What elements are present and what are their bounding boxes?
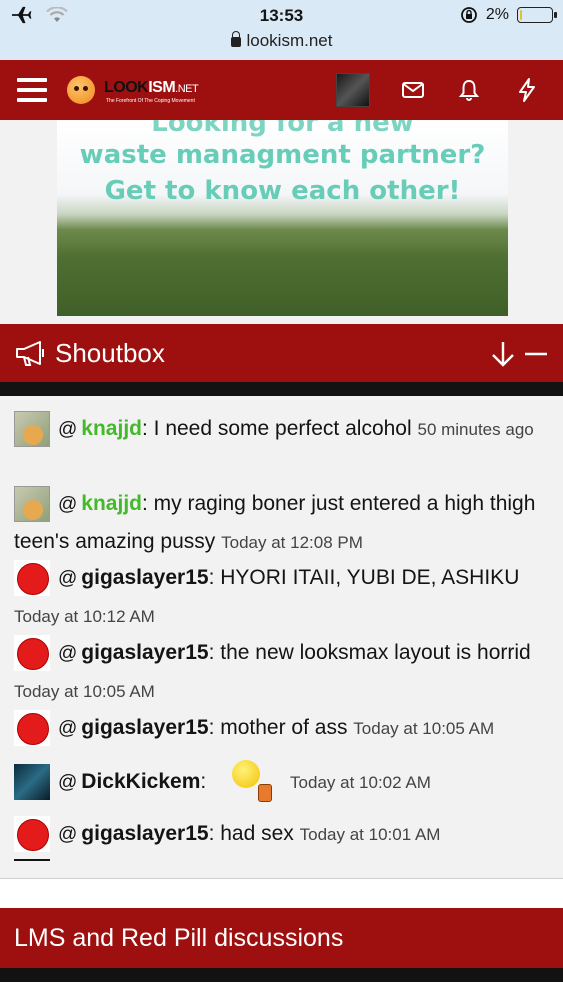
shout-message: @ knajjd: I need some perfect alcohol 50 … — [14, 410, 549, 448]
banner-line-0: Looking for a new — [151, 120, 414, 138]
shout-username[interactable]: gigaslayer15 — [81, 716, 208, 739]
megaphone-icon — [16, 341, 44, 366]
shout-username[interactable]: DickKickem — [81, 770, 200, 793]
shoutbox-controls — [492, 342, 547, 367]
shoutbox-title: Shoutbox — [55, 338, 165, 368]
shoutbox-divider — [0, 382, 563, 396]
shout-time: Today at 12:08 PM — [221, 533, 363, 552]
content-area — [0, 982, 563, 1000]
section-title[interactable]: LMS and Red Pill discussions — [14, 924, 343, 953]
lock-icon — [230, 31, 241, 47]
shout-message: @ gigaslayer15: HYORI ITAII, YUBI DE, ASH… — [14, 559, 549, 635]
shout-message: @ knajjd: my raging boner just entered a … — [14, 485, 549, 561]
url-text: lookism.net — [246, 31, 333, 50]
cheems-avatar[interactable] — [14, 411, 50, 448]
shout-username[interactable]: knajjd — [81, 417, 142, 440]
shout-time: 50 minutes ago — [417, 420, 534, 439]
user-avatar[interactable] — [336, 73, 370, 107]
shout-time: Today at 10:01 AM — [299, 825, 441, 844]
site-logo[interactable]: LOOKISM.NET — [104, 79, 199, 97]
at-sign: @ — [58, 643, 78, 664]
logo-ism: ISM — [148, 79, 176, 96]
shout-username[interactable]: knajjd — [81, 492, 142, 515]
battery-level-fill — [520, 10, 523, 20]
banner-line-1: waste managment partner? — [79, 140, 486, 170]
banner-ad[interactable]: Looking for a new waste managment partne… — [57, 120, 508, 316]
bell-icon[interactable] — [456, 77, 482, 103]
shout-text: : I need some perfect alcohol — [141, 417, 418, 440]
address-bar[interactable]: lookism.net — [0, 31, 563, 51]
battery-icon — [517, 7, 557, 23]
forum-section-header[interactable]: LMS and Red Pill discussions — [0, 908, 563, 968]
lightning-icon[interactable] — [514, 77, 540, 103]
red-face-avatar[interactable] — [14, 560, 50, 597]
shoutbox-messages: @ knajjd: I need some perfect alcohol 50 … — [0, 396, 563, 878]
shout-text: : HYORI ITAII, YUBI DE, ASHIKU — [208, 566, 520, 589]
browser-status-bar: 13:53 2% lookism.net — [0, 0, 563, 60]
logo-look: LOOK — [104, 79, 149, 96]
shout-time: Today at 10:05 AM — [353, 719, 495, 738]
shout-time: Today at 10:02 AM — [290, 773, 431, 792]
shout-text: : had sex — [208, 822, 300, 845]
envelope-icon[interactable] — [400, 77, 426, 103]
menu-icon[interactable] — [17, 78, 47, 102]
shout-text: : mother of ass — [208, 716, 354, 739]
red-face-avatar[interactable] — [14, 816, 50, 853]
rotation-lock-icon — [460, 7, 477, 23]
dark-mask-avatar[interactable] — [14, 764, 50, 801]
shout-time: Today at 10:05 AM — [14, 682, 155, 701]
logo-tagline: The Forefront Of The Coping Movement — [106, 98, 195, 104]
red-face-avatar[interactable] — [14, 635, 50, 672]
at-sign: @ — [58, 824, 78, 845]
shoutbox-header: Shoutbox — [0, 324, 563, 382]
at-sign: @ — [58, 494, 78, 515]
shout-text: : — [200, 770, 213, 793]
shout-message: @ gigaslayer15: the new looksmax layout i… — [14, 634, 549, 710]
shout-username[interactable]: gigaslayer15 — [81, 822, 208, 845]
red-face-avatar[interactable] — [14, 710, 50, 747]
shout-username[interactable]: gigaslayer15 — [81, 566, 208, 589]
shout-message: @ gigaslayer15: mother of ass Today at 10… — [14, 709, 549, 747]
shout-message: @ DickKickem: Today at 10:02 AM — [14, 758, 549, 807]
spacer — [0, 879, 563, 908]
logo-net: .NET — [175, 83, 199, 95]
cheems-avatar[interactable] — [14, 486, 50, 523]
banner-line-2: Get to know each other! — [104, 176, 461, 206]
avatar-underline — [14, 859, 50, 861]
angry-face-logo-icon[interactable] — [67, 76, 95, 104]
smiley-emoji-icon — [218, 758, 284, 806]
section-divider — [0, 968, 563, 982]
shout-time: Today at 10:12 AM — [14, 607, 155, 626]
at-sign: @ — [58, 419, 78, 440]
at-sign: @ — [58, 772, 78, 793]
at-sign: @ — [58, 568, 78, 589]
battery-percent: 2% — [485, 6, 509, 23]
shout-message: @ gigaslayer15: had sex Today at 10:01 AM — [14, 815, 549, 853]
shout-username[interactable]: gigaslayer15 — [81, 641, 208, 664]
shout-text: : the new looksmax layout is horrid — [208, 641, 531, 664]
arrow-down-icon[interactable] — [492, 342, 514, 367]
at-sign: @ — [58, 718, 78, 739]
